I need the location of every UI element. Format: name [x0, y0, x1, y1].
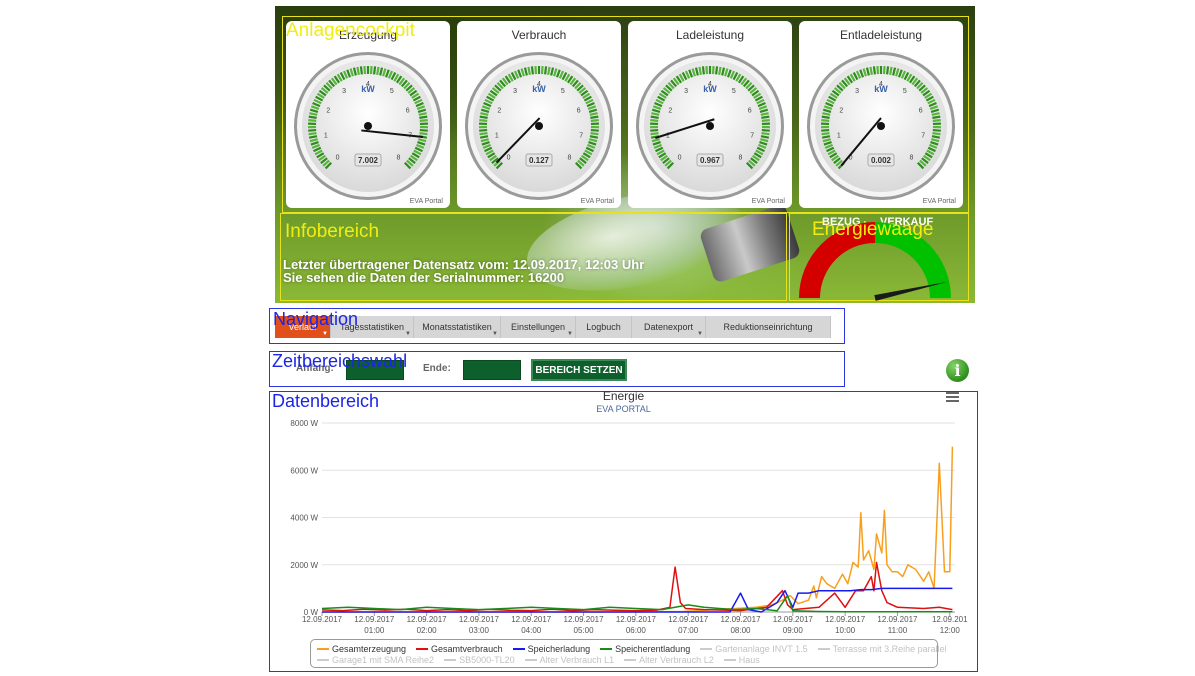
legend-swatch — [600, 648, 613, 650]
dropdown-caret-icon: ▼ — [492, 331, 498, 337]
nav-item-label: Datenexport — [643, 322, 694, 332]
dropdown-caret-icon: ▼ — [405, 331, 411, 337]
y-tick-label: 4000 W — [290, 514, 318, 523]
legend-row: Garage1 mit SMA Reihe2 SB5000-TL20 Alter V… — [317, 655, 760, 665]
end-label: Ende: — [423, 363, 451, 374]
info-label: Infobereich — [285, 221, 380, 242]
legend-swatch — [817, 648, 830, 650]
serial-number-text: Sie sehen die Daten der Serialnummer: 16… — [283, 270, 565, 285]
legend-swatch — [524, 659, 537, 661]
set-range-button[interactable]: BEREICH SETZEN — [531, 359, 627, 381]
nav-item-datenexport[interactable]: Datenexport ▼ — [632, 316, 706, 338]
legend-item[interactable]: Speicherladung — [512, 644, 591, 654]
legend-item[interactable]: Alter Verbrauch L1 — [524, 655, 615, 665]
legend-label: Gartenanlage INVT 1.5 — [715, 644, 808, 654]
nav-item-label: Reduktionseinrichtung — [723, 322, 813, 332]
legend-swatch — [416, 648, 429, 650]
header-banner: Erzeugung012345678kW7.002EVA PortalVerbr… — [275, 6, 975, 303]
x-tick-label: 12.09.2017 — [302, 615, 343, 624]
x-tick-label: 12.09.2017 — [407, 615, 448, 624]
x-tick-label: 12.09.2017 — [720, 615, 761, 624]
legend-label: Alter Verbrauch L2 — [639, 655, 714, 665]
cockpit-region — [282, 16, 969, 213]
legend-label: Speicherentladung — [615, 644, 691, 654]
x-tick-label: 09:00 — [783, 626, 804, 635]
legend-item[interactable]: Gesamterzeugung — [317, 644, 406, 654]
legend-swatch — [512, 648, 525, 650]
x-tick-label: 08:00 — [730, 626, 751, 635]
legend-item[interactable]: Terrasse mit 3.Reihe parallel — [817, 644, 947, 654]
nav-item-reduktionseinrichtung[interactable]: Reduktionseinrichtung — [706, 316, 831, 338]
time-range-label: Zeitbereichswahl — [272, 351, 408, 371]
legend-label: Haus — [738, 655, 760, 665]
x-tick-label: 12:00 — [940, 626, 961, 635]
x-tick-label: 12.09.2017 — [564, 615, 605, 624]
info-icon[interactable]: i — [946, 359, 969, 382]
x-tick-label: 12.09.2017 — [668, 615, 709, 624]
nav-item-label: Monatsstatistiken — [422, 322, 492, 332]
x-tick-label: 07:00 — [678, 626, 699, 635]
legend-item[interactable]: Garage1 mit SMA Reihe2 — [317, 655, 434, 665]
series-line-gesamterzeugung — [322, 446, 954, 613]
legend-item[interactable]: Haus — [723, 655, 760, 665]
x-tick-label: 12.09.2017 — [877, 615, 918, 624]
y-tick-label: 2000 W — [290, 561, 318, 570]
nav-item-logbuch[interactable]: Logbuch — [576, 316, 632, 338]
chart-legend: Gesamterzeugung Gesamtverbrauch Speicherla… — [310, 639, 947, 668]
x-tick-label: 03:00 — [469, 626, 490, 635]
cockpit-label: Anlagencockpit — [286, 20, 415, 41]
legend-item[interactable]: SB5000-TL20 — [444, 655, 515, 665]
x-tick-label: 06:00 — [626, 626, 647, 635]
nav-item-monatsstatistiken[interactable]: Monatsstatistiken ▼ — [414, 316, 501, 338]
x-tick-label: 04:00 — [521, 626, 542, 635]
legend-item[interactable]: Gesamtverbrauch — [416, 644, 503, 654]
x-tick-label: 01:00 — [364, 626, 385, 635]
y-tick-label: 8000 W — [290, 419, 318, 428]
page: Erzeugung012345678kW7.002EVA PortalVerbr… — [0, 0, 1195, 676]
dropdown-caret-icon: ▼ — [567, 331, 573, 337]
nav-item-label: Einstellungen — [510, 322, 566, 332]
x-tick-label: 10:00 — [835, 626, 856, 635]
x-tick-label: 12.09.2017 — [616, 615, 657, 624]
legend-swatch — [700, 648, 713, 650]
legend-swatch — [317, 648, 329, 650]
legend-item[interactable]: Gartenanlage INVT 1.5 — [700, 644, 808, 654]
x-tick-label: 12.09.2017 — [354, 615, 395, 624]
legend-label: Gesamtverbrauch — [431, 644, 503, 654]
legend-label: Garage1 mit SMA Reihe2 — [332, 655, 435, 665]
x-tick-label: 12.09.2017 — [511, 615, 552, 624]
series-line-gesamtverbrauch — [321, 561, 953, 612]
x-tick-label: 11:00 — [888, 626, 908, 635]
legend-swatch — [624, 659, 637, 661]
dropdown-caret-icon: ▼ — [697, 331, 703, 337]
y-tick-label: 6000 W — [290, 466, 318, 475]
legend-label: Terrasse mit 3.Reihe parallel — [832, 644, 947, 654]
legend-item[interactable]: Alter Verbrauch L2 — [624, 655, 714, 665]
balance-label: Energiewaage — [812, 219, 934, 240]
legend-swatch — [317, 659, 329, 661]
legend-row: Gesamterzeugung Gesamtverbrauch Speicherla… — [317, 644, 947, 654]
legend-swatch — [444, 659, 457, 661]
nav-item-label: Logbuch — [586, 322, 621, 332]
x-tick-label: 12.09.2017 — [459, 615, 500, 624]
main-nav: Verlauf ▼ Tagesstatistiken ▼ Monatsstatistik… — [275, 316, 831, 338]
dropdown-caret-icon: ▼ — [322, 331, 328, 337]
legend-label: Alter Verbrauch L1 — [539, 655, 615, 665]
energy-chart: 0 W2000 W4000 W6000 W8000 W12.09.2017 12.… — [290, 419, 968, 635]
x-tick-label: 12.09.2017 — [825, 615, 866, 624]
navigation-label: Navigation — [273, 309, 359, 329]
x-tick-label: 12.09.201 — [932, 615, 968, 624]
x-tick-label: 12.09.2017 — [773, 615, 814, 624]
legend-label: Gesamterzeugung — [332, 644, 407, 654]
legend-item[interactable]: Speicherentladung — [600, 644, 690, 654]
x-tick-label: 02:00 — [417, 626, 438, 635]
legend-label: SB5000-TL20 — [459, 655, 515, 665]
end-date-input[interactable] — [463, 360, 521, 380]
legend-swatch — [723, 659, 736, 661]
x-tick-label: 05:00 — [574, 626, 595, 635]
legend-label: Speicherladung — [527, 644, 591, 654]
nav-item-einstellungen[interactable]: Einstellungen ▼ — [501, 316, 576, 338]
